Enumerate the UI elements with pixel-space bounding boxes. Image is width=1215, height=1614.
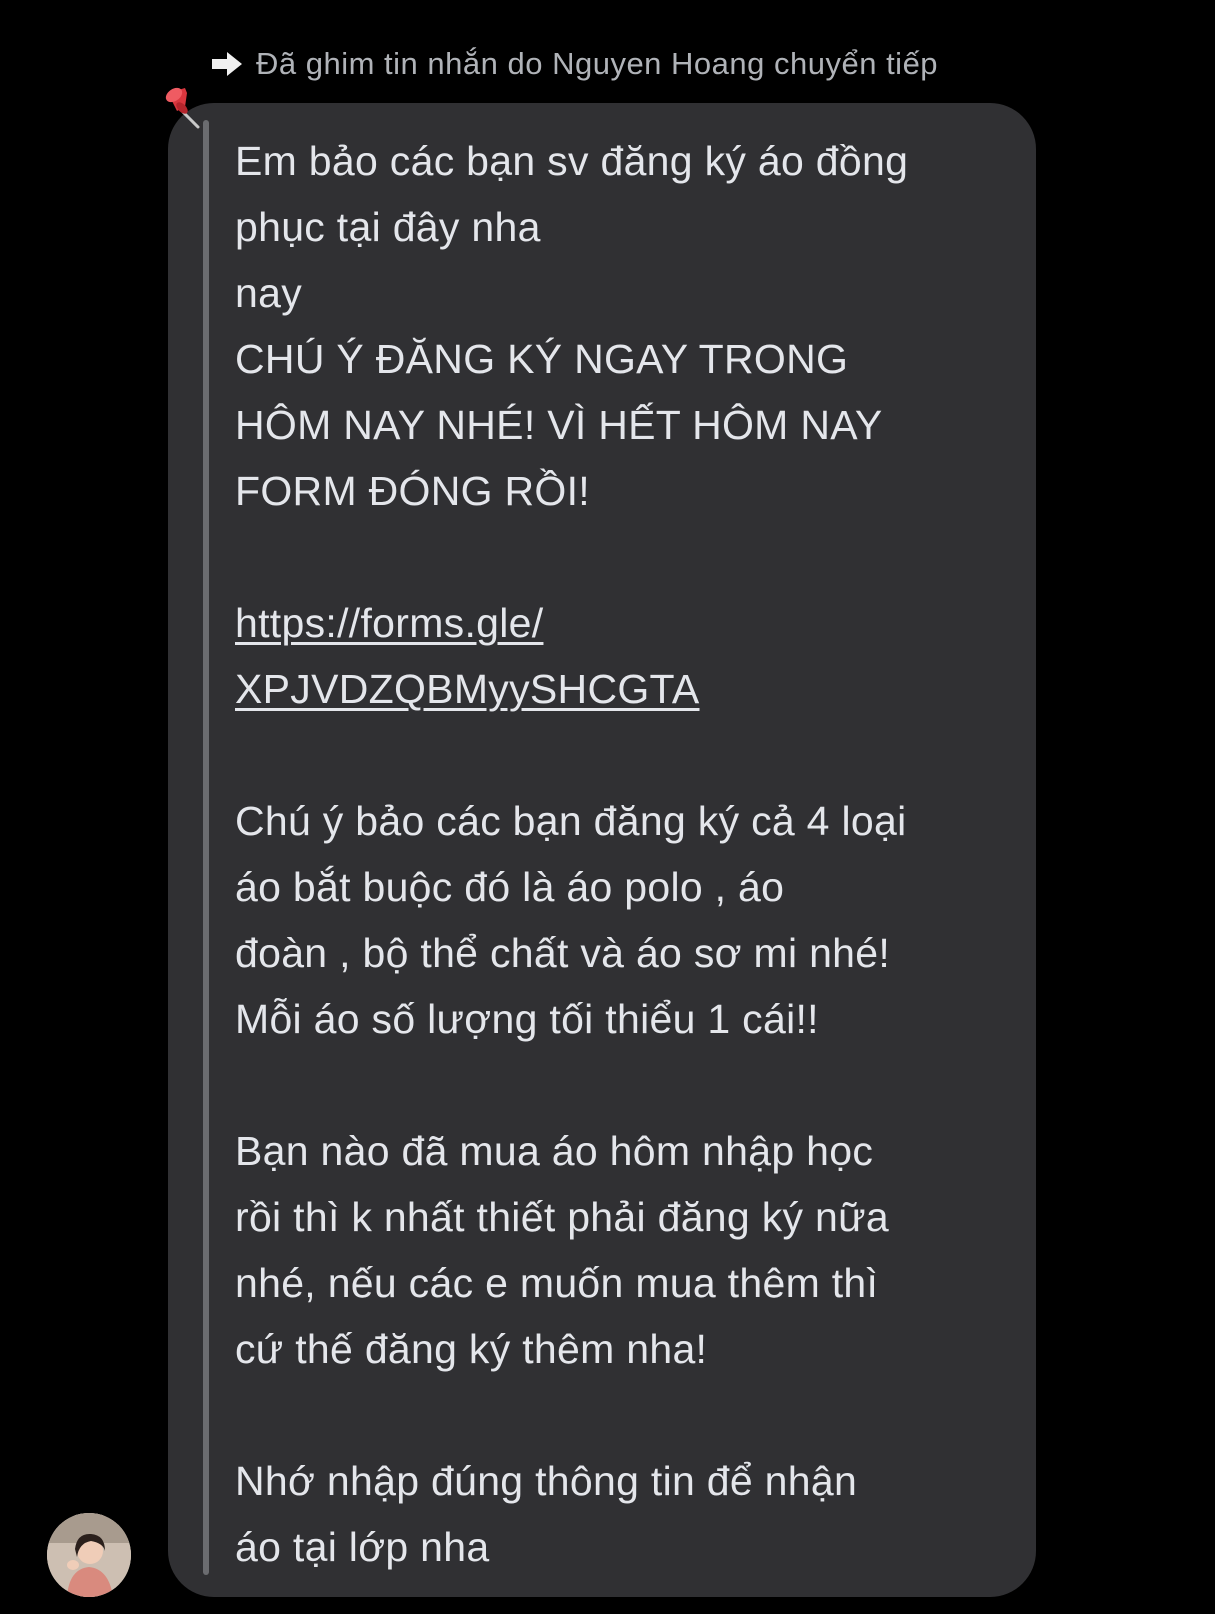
message-line: CHÚ Ý ĐĂNG KÝ NGAY TRONG xyxy=(235,336,849,382)
form-link-line[interactable]: XPJVDZQBMyySHCGTA xyxy=(235,656,1015,722)
message-line: Em bảo các bạn sv đăng ký áo đồng xyxy=(235,138,909,184)
message-line: cứ thế đăng ký thêm nha! xyxy=(235,1326,708,1372)
quote-bar xyxy=(203,120,209,1575)
message-line: nhé, nếu các e muốn mua thêm thì xyxy=(235,1260,879,1306)
message-line: nay xyxy=(235,270,303,316)
message-line: đoàn , bộ thể chất và áo sơ mi nhé! xyxy=(235,930,891,976)
form-link-line[interactable]: https://forms.gle/ xyxy=(235,590,1015,656)
form-link[interactable]: https://forms.gle/ XPJVDZQBMyySHCGTA xyxy=(235,590,1015,722)
message-line: Chú ý bảo các bạn đăng ký cả 4 loại xyxy=(235,798,907,844)
message-line: Nhớ nhập đúng thông tin để nhận xyxy=(235,1458,858,1504)
message-line: HÔM NAY NHÉ! VÌ HẾT HÔM NAY xyxy=(235,402,883,448)
forward-arrow-icon xyxy=(210,50,244,78)
forward-notice: Đã ghim tin nhắn do Nguyen Hoang chuyển … xyxy=(210,44,938,84)
pushpin-icon xyxy=(158,84,206,132)
message-line: FORM ĐÓNG RỒI! xyxy=(235,468,590,514)
message-line: rồi thì k nhất thiết phải đăng ký nữa xyxy=(235,1194,889,1240)
message-line: áo tại lớp nha xyxy=(235,1524,490,1570)
message-text: Em bảo các bạn sv đăng ký áo đồng phục t… xyxy=(235,128,1015,1580)
forward-notice-text: Đã ghim tin nhắn do Nguyen Hoang chuyển … xyxy=(256,46,939,81)
message-line: Mỗi áo số lượng tối thiểu 1 cái!! xyxy=(235,996,819,1042)
message-line: áo bắt buộc đó là áo polo , áo xyxy=(235,864,785,910)
message-line: phục tại đây nha xyxy=(235,204,541,250)
message-line: Bạn nào đã mua áo hôm nhập học xyxy=(235,1128,874,1174)
avatar[interactable] xyxy=(47,1513,131,1597)
